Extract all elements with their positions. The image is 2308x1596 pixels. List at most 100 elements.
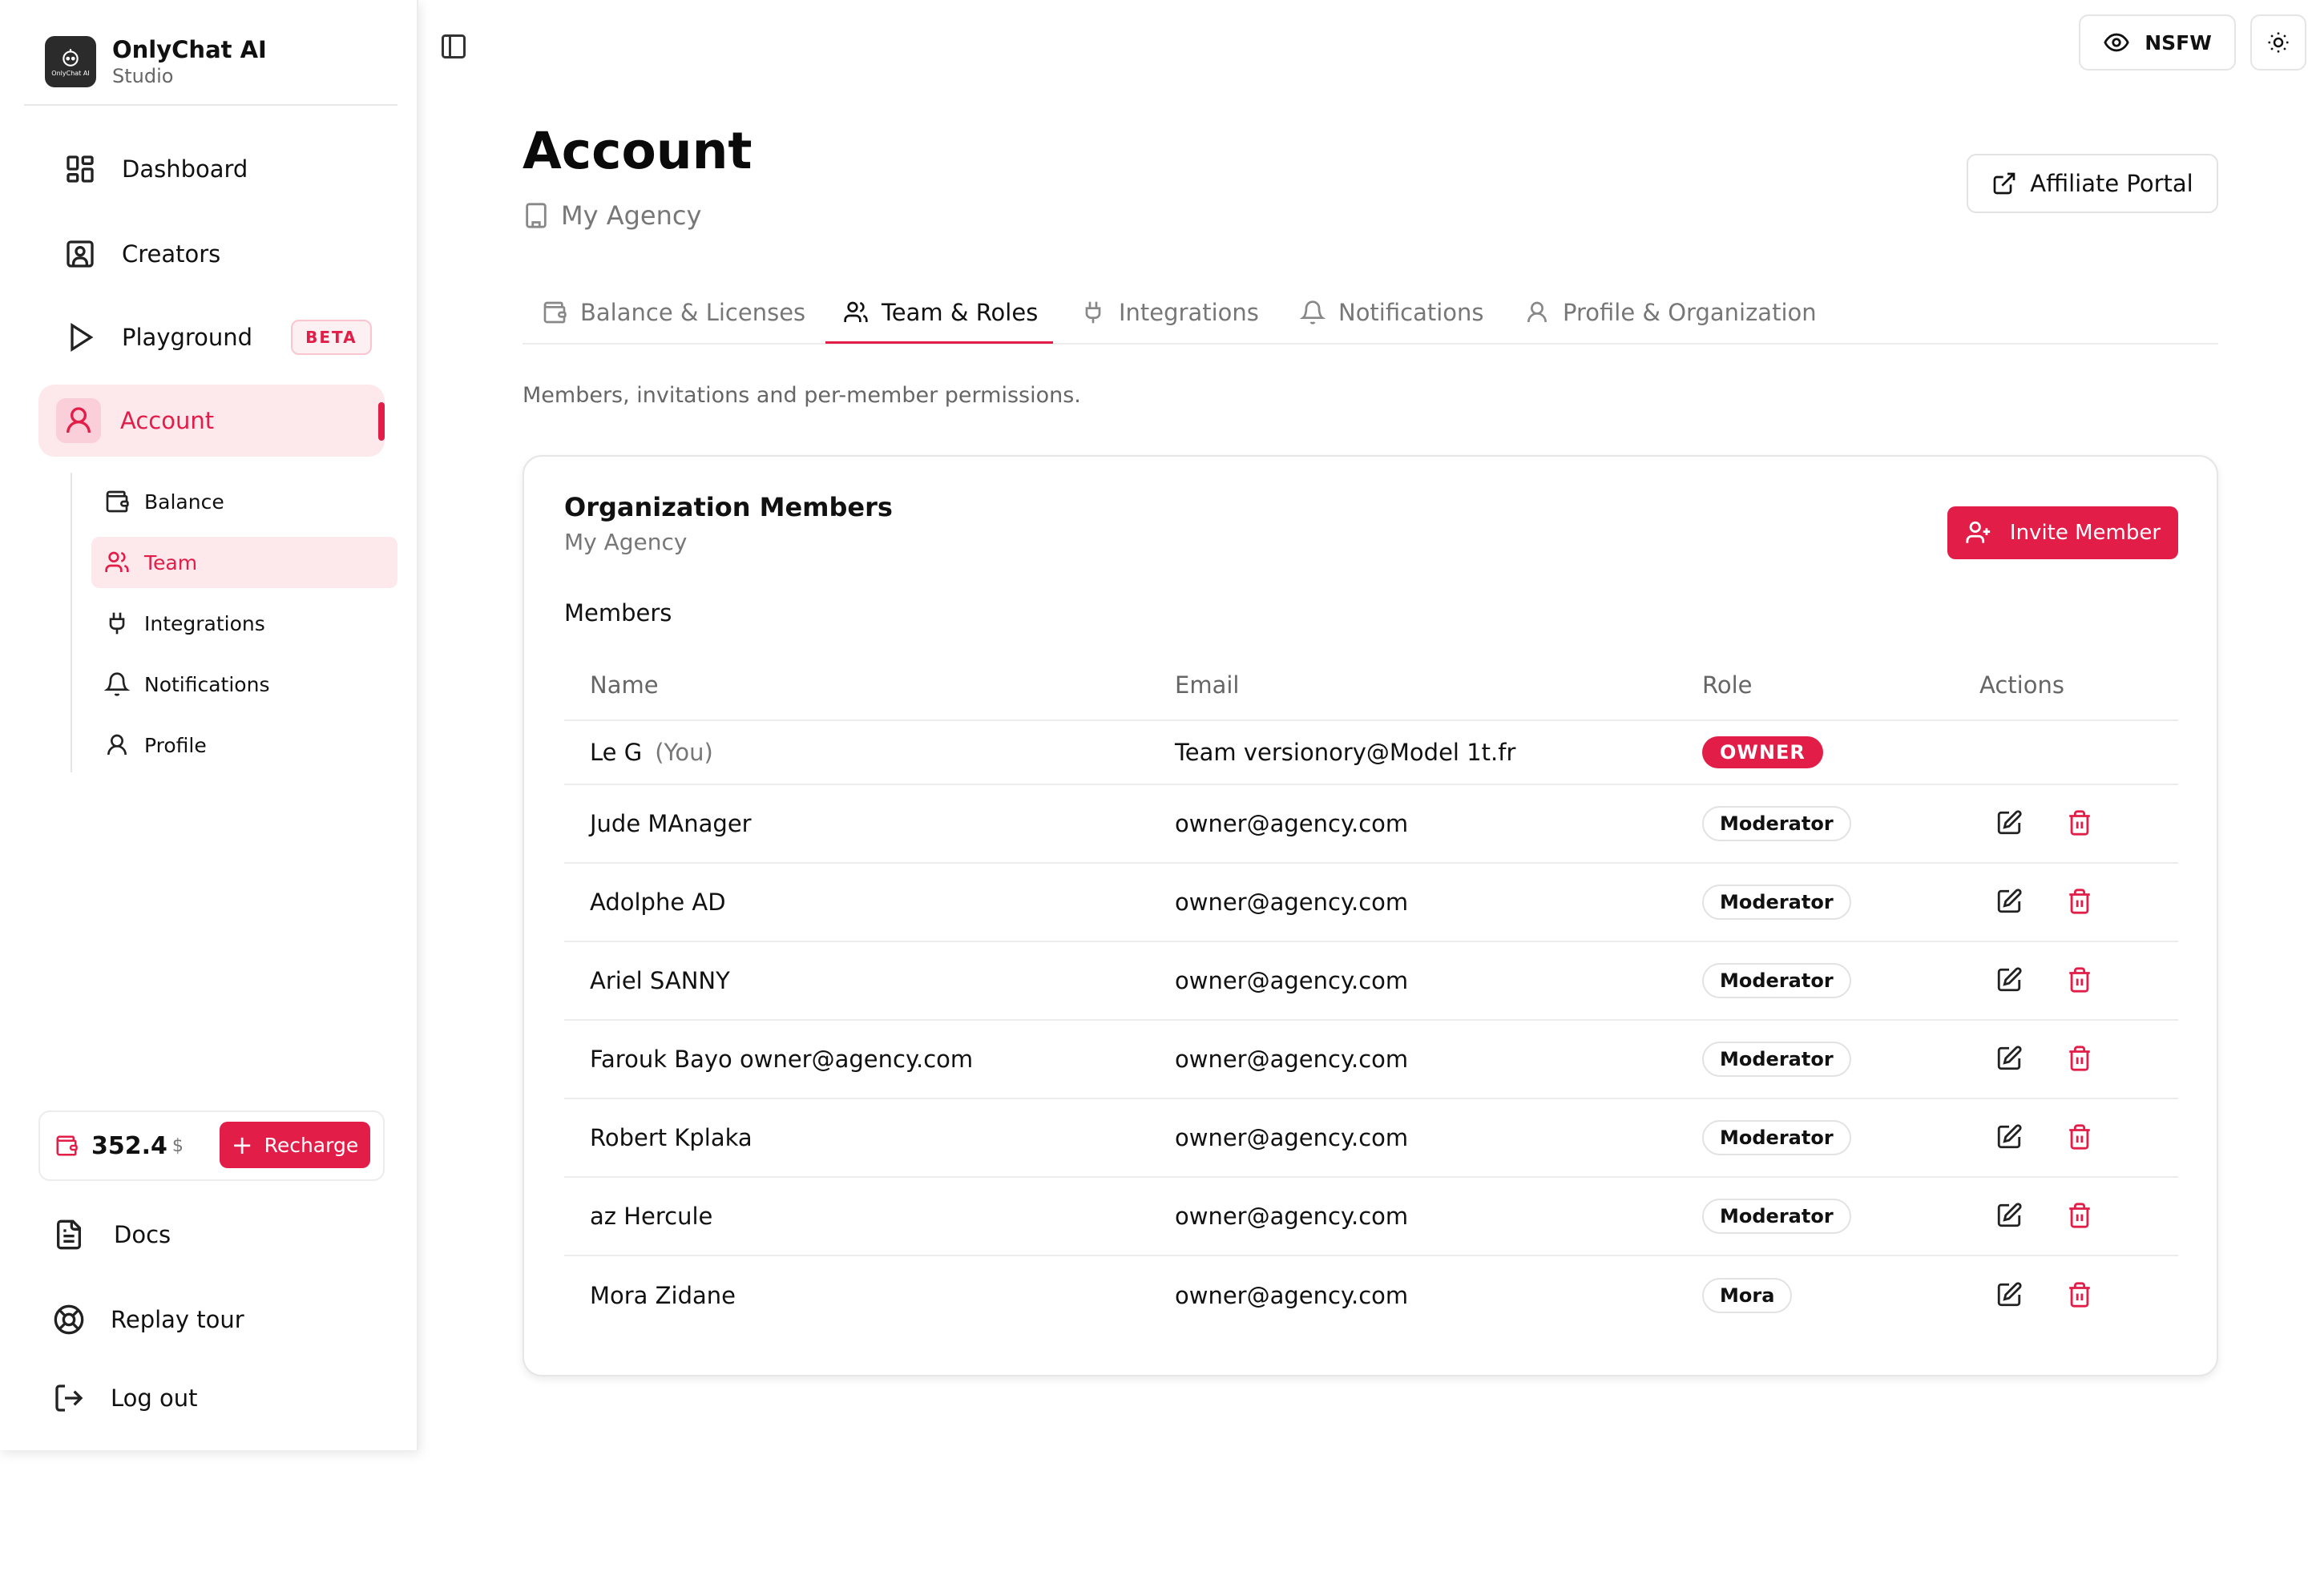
section-description: Members, invitations and per-member perm… [523, 383, 1081, 408]
log-out-icon [55, 1384, 83, 1412]
edit-member-button[interactable] [1995, 1281, 2024, 1310]
sidebar-item-dashboard[interactable]: Dashboard [38, 133, 385, 205]
page-title: Account [523, 122, 753, 180]
user-icon [107, 734, 127, 756]
active-indicator [378, 402, 385, 441]
member-email: owner@agency.com [1175, 889, 1409, 916]
tab-profile-organization[interactable]: Profile & Organization [1524, 280, 1817, 345]
column-header-role: Role [1702, 671, 1753, 699]
sidebar-item-label: Docs [114, 1221, 171, 1248]
sidebar-item-creators[interactable]: Creators [38, 218, 385, 290]
account-tabs: Balance & Licenses Team & Roles Integrat… [523, 280, 2218, 345]
delete-member-button[interactable] [2066, 966, 2095, 995]
tab-notifications[interactable]: Notifications [1300, 280, 1484, 345]
delete-member-button[interactable] [2066, 1045, 2095, 1074]
subnav-item-profile[interactable]: Profile [91, 719, 397, 771]
role-badge: Moderator [1702, 1199, 1851, 1234]
plug-icon [1085, 301, 1101, 324]
edit-member-button[interactable] [1995, 1123, 2024, 1152]
trash-icon [2069, 1203, 2090, 1228]
sidebar-item-docs[interactable]: Docs [53, 1207, 171, 1263]
table-row: Adolphe AD owner@agency.com Moderator [564, 864, 2178, 942]
active-tab-indicator [825, 341, 1053, 344]
edit-member-button[interactable] [1995, 1202, 2024, 1231]
member-email: Team versionory@Model 1t.fr [1175, 739, 1516, 766]
edit-member-button[interactable] [1995, 966, 2024, 995]
table-row: az Hercule owner@agency.com Moderator [564, 1178, 2178, 1256]
wallet-icon [106, 490, 129, 513]
users-icon [844, 301, 868, 322]
brand-logo: OnlyChat AI [45, 36, 96, 87]
user-square-icon [67, 240, 94, 268]
toggle-sidebar-button[interactable] [439, 32, 471, 64]
wallet-balance: 352.4 $ + Recharge [38, 1110, 385, 1181]
column-header-name: Name [590, 671, 659, 699]
tab-balance-licenses[interactable]: Balance & Licenses [542, 280, 805, 345]
member-name: Jude MAnager [590, 810, 752, 837]
you-label: (You) [655, 739, 713, 766]
sidebar-item-label: Dashboard [122, 155, 248, 183]
trash-icon [2069, 889, 2090, 914]
member-name: Le G [590, 739, 643, 766]
delete-member-button[interactable] [2066, 1123, 2095, 1152]
member-email: owner@agency.com [1175, 1282, 1409, 1309]
recharge-label: Recharge [264, 1133, 359, 1157]
members-label: Members [564, 599, 672, 627]
trash-icon [2069, 1046, 2090, 1071]
grid-icon [67, 155, 94, 183]
user-plus-icon [1966, 521, 1991, 543]
sidebar-item-playground[interactable]: Playground BETA [38, 301, 385, 373]
edit-member-button[interactable] [1995, 809, 2024, 838]
sidebar-item-logout[interactable]: Log out [53, 1370, 198, 1426]
tab-integrations[interactable]: Integrations [1080, 280, 1259, 345]
table-row: Robert Kplaka owner@agency.com Moderator [564, 1099, 2178, 1178]
table-row: Farouk Bayo owner@agency.com owner@agenc… [564, 1021, 2178, 1099]
bell-icon [104, 672, 130, 696]
member-email: owner@agency.com [1175, 1203, 1409, 1230]
edit-icon [1997, 967, 2022, 992]
nsfw-toggle-button[interactable]: NSFW [2079, 14, 2236, 71]
subnav-item-balance[interactable]: Balance [91, 476, 397, 527]
brand-name: OnlyChat AI [112, 36, 267, 63]
bot-icon [63, 48, 79, 66]
trash-icon [2069, 810, 2090, 836]
edit-icon [1997, 1124, 2022, 1149]
sidebar-item-label: Playground [122, 324, 253, 351]
play-icon [71, 322, 94, 353]
subnav-line [71, 473, 72, 772]
edit-icon [1997, 810, 2022, 835]
edit-member-button[interactable] [1995, 1045, 2024, 1074]
organization-members-card: Organization Members My Agency Invite Me… [523, 455, 2218, 1376]
wallet-icon [56, 1135, 78, 1156]
edit-member-button[interactable] [1995, 888, 2024, 917]
eye-icon [2104, 33, 2129, 52]
subnav-item-team[interactable]: Team [91, 537, 397, 588]
member-name: Farouk Bayo owner@agency.com [590, 1046, 974, 1073]
brand-sub: Studio [112, 65, 174, 87]
delete-member-button[interactable] [2066, 809, 2095, 838]
edit-icon [1997, 1282, 2022, 1307]
column-header-email: Email [1175, 671, 1240, 699]
affiliate-portal-button[interactable]: Affiliate Portal [1967, 154, 2218, 213]
member-email: owner@agency.com [1175, 967, 1409, 994]
tab-team-roles[interactable]: Team & Roles [843, 280, 1038, 345]
delete-member-button[interactable] [2066, 888, 2095, 917]
role-badge: Moderator [1702, 1042, 1851, 1077]
brand[interactable]: OnlyChat AI OnlyChat AI Studio [45, 35, 267, 88]
external-link-icon [1993, 172, 2015, 195]
plug-icon [109, 612, 125, 635]
sidebar-item-account[interactable]: Account [38, 385, 385, 457]
delete-member-button[interactable] [2066, 1281, 2095, 1310]
theme-toggle-button[interactable] [2250, 14, 2306, 71]
delete-member-button[interactable] [2066, 1202, 2095, 1231]
sidebar-item-replay-tour[interactable]: Replay tour [53, 1292, 244, 1348]
subnav-item-integrations[interactable]: Integrations [91, 598, 397, 649]
sidebar-item-label: Account [120, 407, 215, 434]
table-header: Name Email Role Actions [564, 649, 2178, 721]
member-name: Mora Zidane [590, 1282, 736, 1309]
user-icon [67, 407, 91, 433]
invite-member-button[interactable]: Invite Member [1947, 506, 2178, 559]
subnav-item-notifications[interactable]: Notifications [91, 659, 397, 710]
sidebar: OnlyChat AI OnlyChat AI Studio Dashboard… [0, 0, 418, 1450]
recharge-button[interactable]: + Recharge [220, 1122, 370, 1168]
